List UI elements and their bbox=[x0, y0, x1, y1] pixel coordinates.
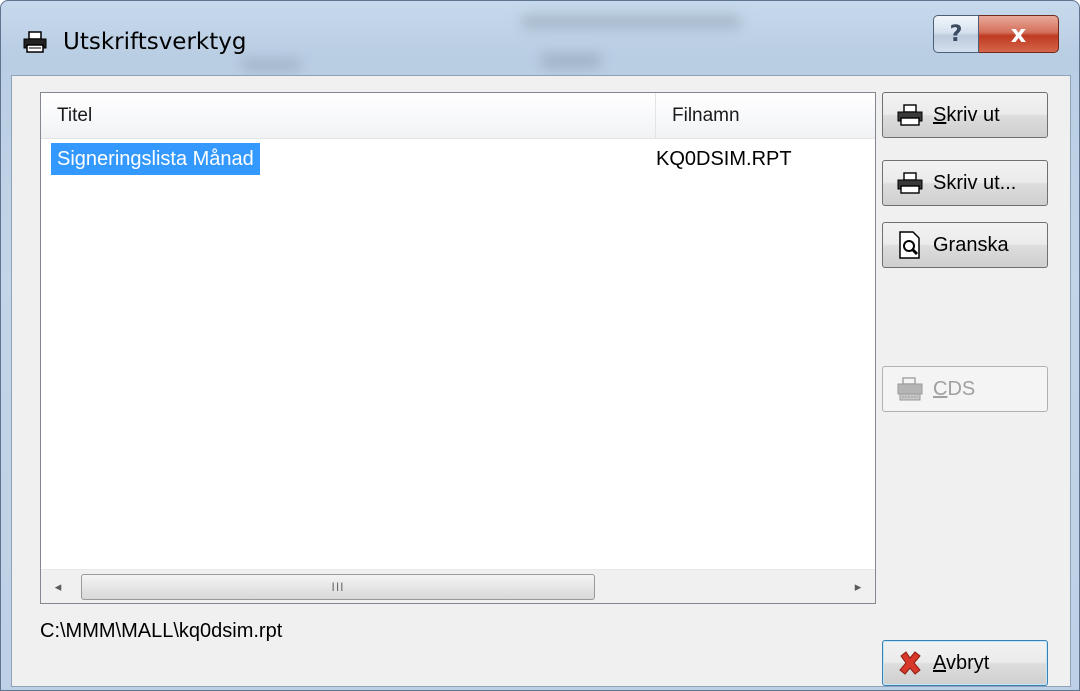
backdrop-blur bbox=[521, 15, 741, 29]
close-button[interactable]: x bbox=[979, 15, 1059, 53]
cancel-button[interactable]: Avbryt bbox=[882, 640, 1048, 686]
preview-button[interactable]: Granska bbox=[882, 222, 1048, 268]
dialog-body: Titel Filnamn Signeringslista Månad KQ0D… bbox=[11, 75, 1071, 687]
print-tool-dialog: Utskriftsverktyg ? x Titel Filnamn Signe… bbox=[0, 0, 1080, 691]
close-icon: x bbox=[1010, 20, 1027, 48]
scroll-thumb[interactable]: III bbox=[81, 574, 595, 600]
print-dialog-button[interactable]: Skriv ut... bbox=[882, 160, 1048, 206]
horizontal-scrollbar[interactable]: ◂ III ▸ bbox=[41, 569, 875, 603]
report-list[interactable]: Titel Filnamn Signeringslista Månad KQ0D… bbox=[40, 92, 876, 604]
help-button[interactable]: ? bbox=[933, 15, 979, 53]
cds-button-label: CDS bbox=[933, 377, 976, 400]
print-dialog-button-label: Skriv ut... bbox=[933, 171, 1017, 194]
scroll-grip-icon: III bbox=[331, 580, 345, 594]
window-title: Utskriftsverktyg bbox=[63, 29, 247, 55]
list-item[interactable]: Signeringslista Månad KQ0DSIM.RPT bbox=[41, 139, 875, 177]
print-button[interactable]: Skriv ut bbox=[882, 92, 1048, 138]
typewriter-icon bbox=[895, 375, 925, 403]
printer-icon bbox=[895, 169, 925, 197]
cds-button[interactable]: CDS bbox=[882, 366, 1048, 412]
preview-button-label: Granska bbox=[933, 233, 1009, 256]
preview-magnifier-icon bbox=[895, 231, 925, 259]
printer-icon bbox=[895, 101, 925, 129]
list-header: Titel Filnamn bbox=[41, 93, 875, 139]
column-header-title[interactable]: Titel bbox=[41, 93, 655, 139]
list-item-filename[interactable]: KQ0DSIM.RPT bbox=[656, 143, 792, 175]
scroll-left-arrow-icon[interactable]: ◂ bbox=[41, 570, 75, 604]
scroll-right-arrow-icon[interactable]: ▸ bbox=[841, 570, 875, 604]
printer-icon bbox=[23, 31, 47, 53]
help-icon: ? bbox=[949, 21, 963, 47]
list-item-title[interactable]: Signeringslista Månad bbox=[51, 143, 260, 175]
backdrop-blur bbox=[241, 59, 301, 71]
print-button-label: Skriv ut bbox=[933, 103, 1000, 126]
file-path-label: C:\MMM\MALL\kq0dsim.rpt bbox=[40, 620, 283, 642]
column-header-filename[interactable]: Filnamn bbox=[656, 93, 876, 139]
cancel-x-icon bbox=[895, 649, 925, 677]
title-bar[interactable]: Utskriftsverktyg ? x bbox=[1, 1, 1079, 75]
cancel-button-label: Avbryt bbox=[933, 651, 990, 674]
backdrop-blur bbox=[541, 53, 601, 69]
